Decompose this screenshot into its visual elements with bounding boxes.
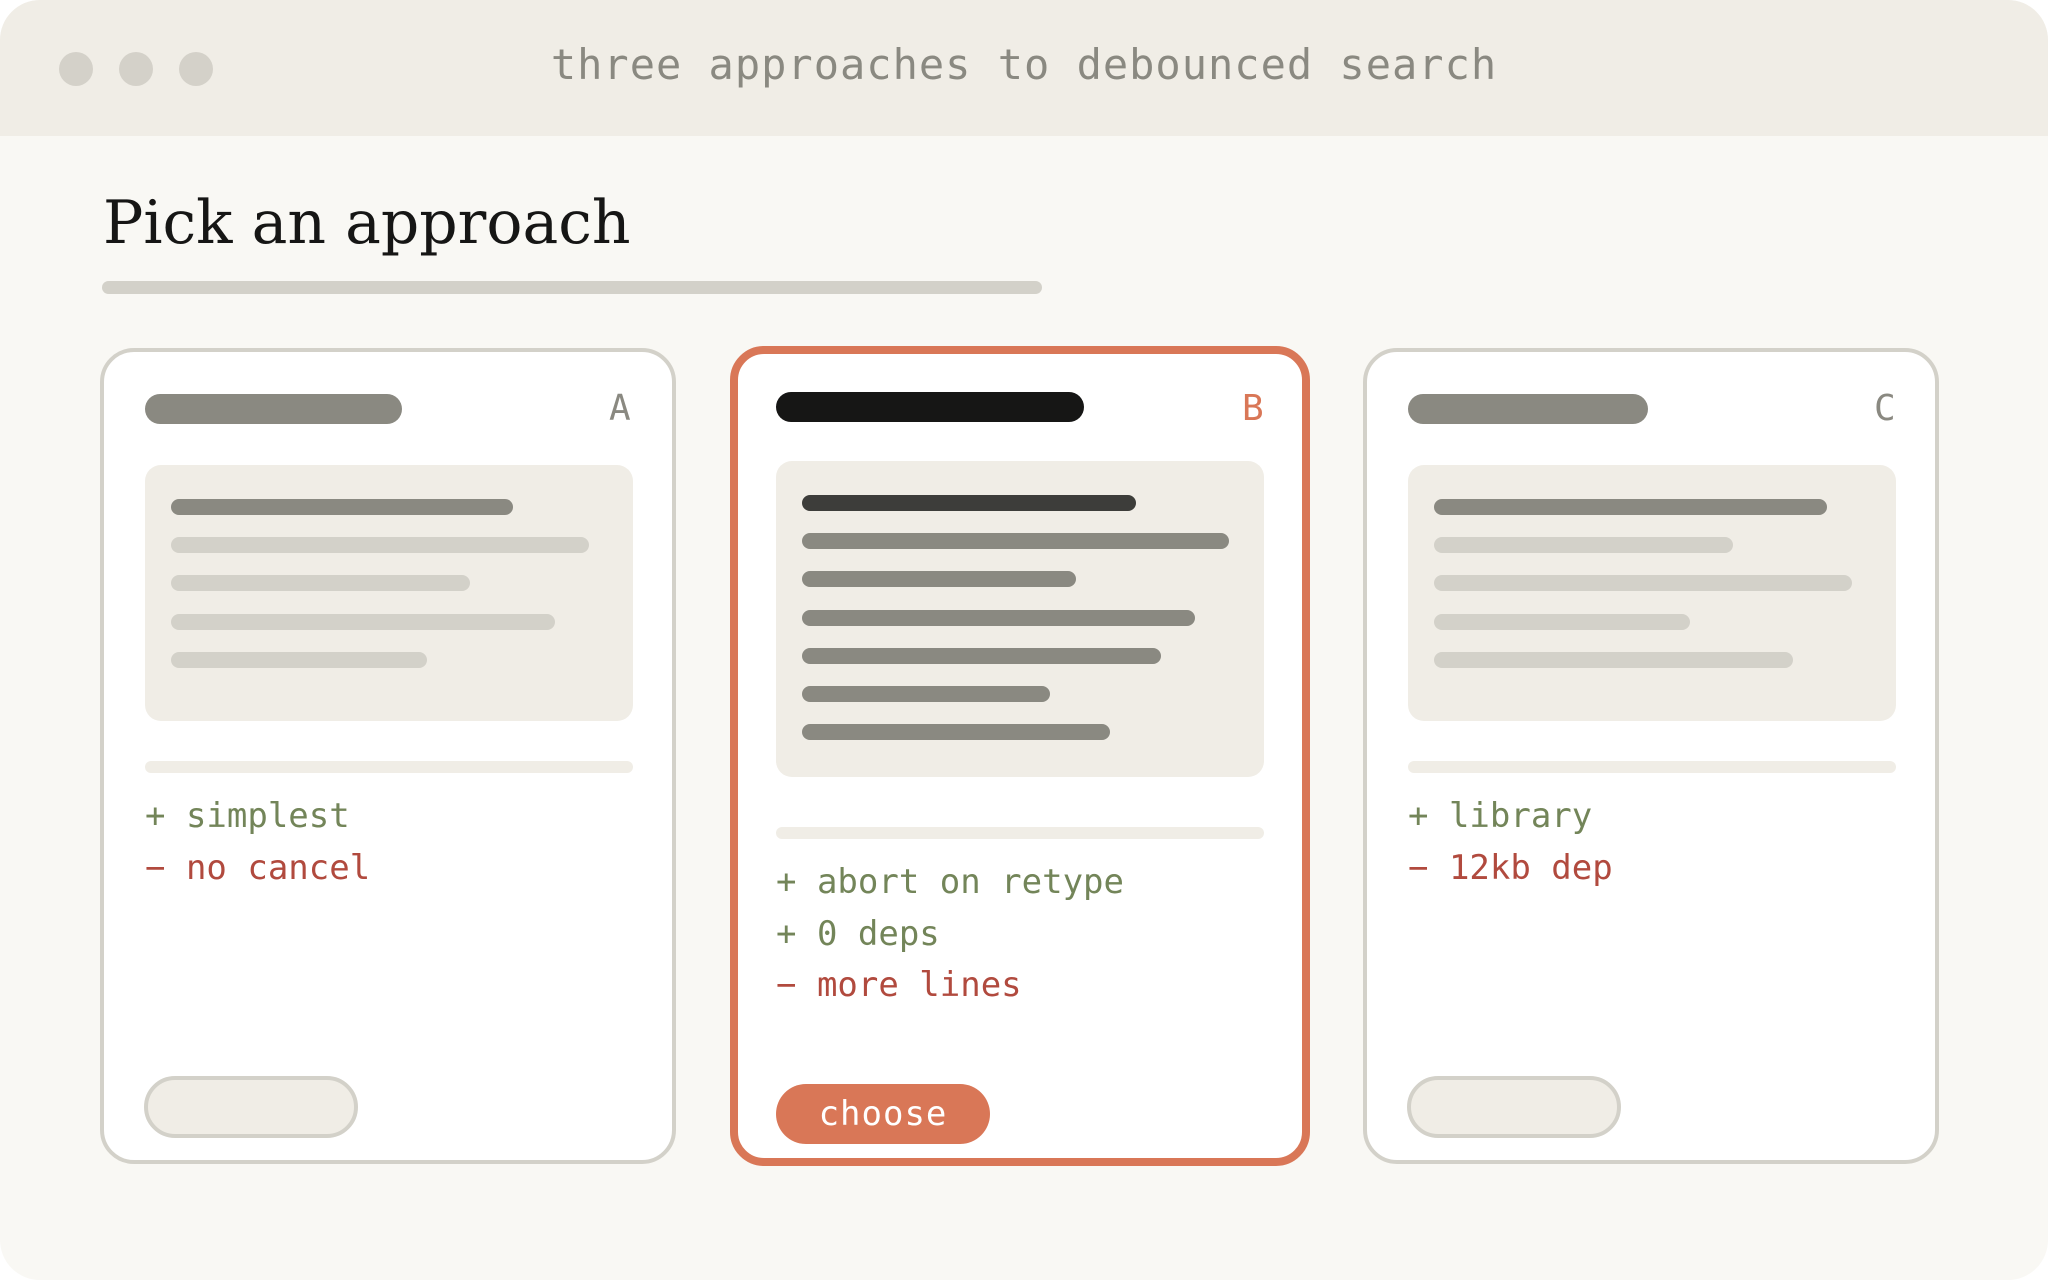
code-line xyxy=(802,495,1136,511)
code-line xyxy=(1434,652,1793,668)
code-preview xyxy=(776,461,1264,777)
title-bar: three approaches to debounced search xyxy=(0,0,2048,136)
code-line xyxy=(802,724,1110,740)
code-line xyxy=(171,537,589,553)
code-line xyxy=(802,610,1195,626)
code-line xyxy=(171,652,427,668)
code-line xyxy=(1434,499,1827,515)
code-line xyxy=(802,686,1050,702)
card-letter: C xyxy=(1874,388,1896,429)
con-item: − no cancel xyxy=(145,848,371,888)
choose-button[interactable]: choose xyxy=(776,1084,990,1144)
code-line xyxy=(1434,575,1852,591)
pro-item: + abort on retype xyxy=(776,862,1124,902)
card-title-placeholder xyxy=(776,392,1084,422)
code-line xyxy=(171,614,555,630)
title-underline xyxy=(102,281,1042,294)
choose-button-a[interactable] xyxy=(144,1076,358,1138)
page-title: Pick an approach xyxy=(103,188,631,258)
code-line xyxy=(802,648,1161,664)
approach-card-b[interactable]: B + abort on retype + 0 deps − more line… xyxy=(730,346,1310,1166)
con-item: − 12kb dep xyxy=(1408,848,1613,888)
card-letter: B xyxy=(1242,388,1264,429)
pro-item: + library xyxy=(1408,796,1593,836)
code-line xyxy=(1434,537,1733,553)
divider xyxy=(1408,761,1896,773)
code-line xyxy=(802,533,1229,549)
divider xyxy=(145,761,633,773)
code-line xyxy=(171,499,513,515)
code-preview xyxy=(145,465,633,721)
divider xyxy=(776,827,1264,839)
approach-card-a[interactable]: A + simplest − no cancel xyxy=(100,348,676,1164)
pro-item: + simplest xyxy=(145,796,350,836)
app-window: three approaches to debounced search Pic… xyxy=(0,0,2048,1280)
card-letter: A xyxy=(609,388,631,429)
code-line xyxy=(1434,614,1690,630)
card-title-placeholder xyxy=(1408,394,1648,424)
window-title: three approaches to debounced search xyxy=(550,40,1498,89)
con-item: − more lines xyxy=(776,965,1022,1005)
pro-item: + 0 deps xyxy=(776,914,940,954)
code-line xyxy=(171,575,470,591)
approach-card-c[interactable]: C + library − 12kb dep xyxy=(1363,348,1939,1164)
code-line xyxy=(802,571,1076,587)
choose-button-c[interactable] xyxy=(1407,1076,1621,1138)
card-title-placeholder xyxy=(145,394,402,424)
code-preview xyxy=(1408,465,1896,721)
